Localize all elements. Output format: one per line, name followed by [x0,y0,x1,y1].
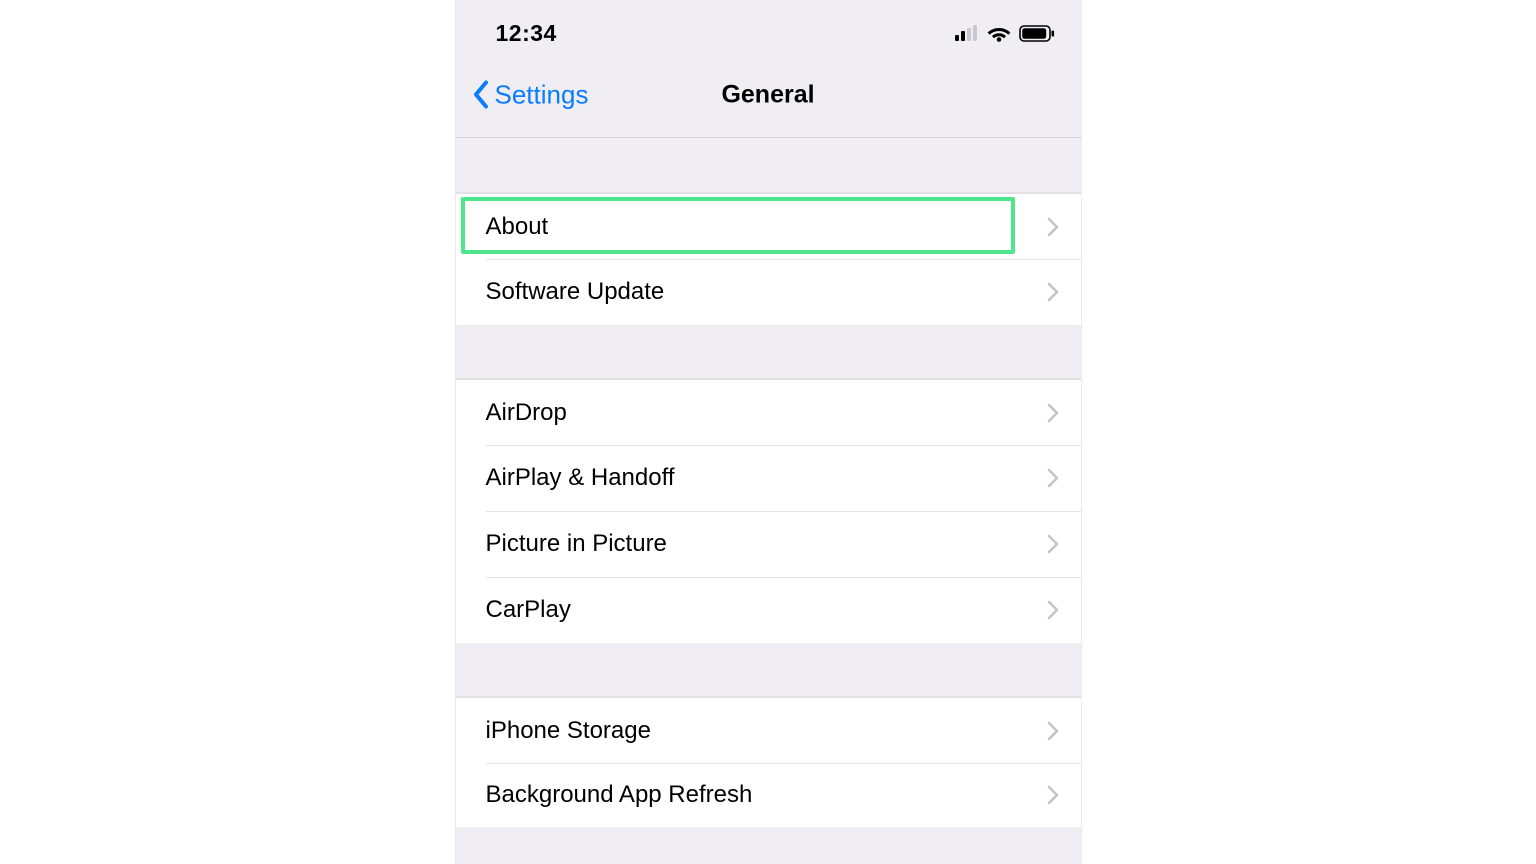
row-label: About [486,213,1047,241]
row-airdrop[interactable]: AirDrop [456,379,1081,445]
back-button[interactable]: Settings [472,79,589,110]
settings-group-3: iPhone Storage Background App Refresh [456,697,1081,827]
row-label: AirPlay & Handoff [486,464,1047,492]
chevron-right-icon [1047,600,1059,620]
phone-frame: 12:34 [455,0,1082,864]
nav-bar: Settings General [456,52,1081,138]
chevron-right-icon [1047,721,1059,741]
settings-group-2: AirDrop AirPlay & Handoff Picture in Pic… [456,379,1081,643]
row-label: AirDrop [486,399,1047,427]
chevron-right-icon [1047,403,1059,423]
row-carplay[interactable]: CarPlay [456,577,1081,643]
cellular-icon [955,25,979,41]
row-about[interactable]: About [456,193,1081,259]
row-label: Background App Refresh [486,781,1047,809]
chevron-right-icon [1047,785,1059,805]
row-label: Picture in Picture [486,530,1047,558]
status-time: 12:34 [496,20,557,47]
row-software-update[interactable]: Software Update [456,259,1081,325]
chevron-right-icon [1047,217,1059,237]
row-label: Software Update [486,278,1047,306]
section-spacer [456,643,1081,697]
section-spacer [456,138,1081,193]
chevron-left-icon [472,80,489,110]
row-label: CarPlay [486,596,1047,624]
settings-group-1: About Software Update [456,193,1081,325]
status-bar: 12:34 [456,0,1081,52]
chevron-right-icon [1047,534,1059,554]
row-label: iPhone Storage [486,717,1047,745]
section-spacer [456,325,1081,379]
row-background-app-refresh[interactable]: Background App Refresh [456,763,1081,827]
back-button-label: Settings [495,79,589,110]
chevron-right-icon [1047,282,1059,302]
battery-icon [1019,25,1055,42]
status-indicators [955,25,1055,42]
row-picture-in-picture[interactable]: Picture in Picture [456,511,1081,577]
page-title: General [721,80,814,109]
chevron-right-icon [1047,468,1059,488]
row-airplay-handoff[interactable]: AirPlay & Handoff [456,445,1081,511]
row-iphone-storage[interactable]: iPhone Storage [456,697,1081,763]
wifi-icon [987,25,1011,42]
